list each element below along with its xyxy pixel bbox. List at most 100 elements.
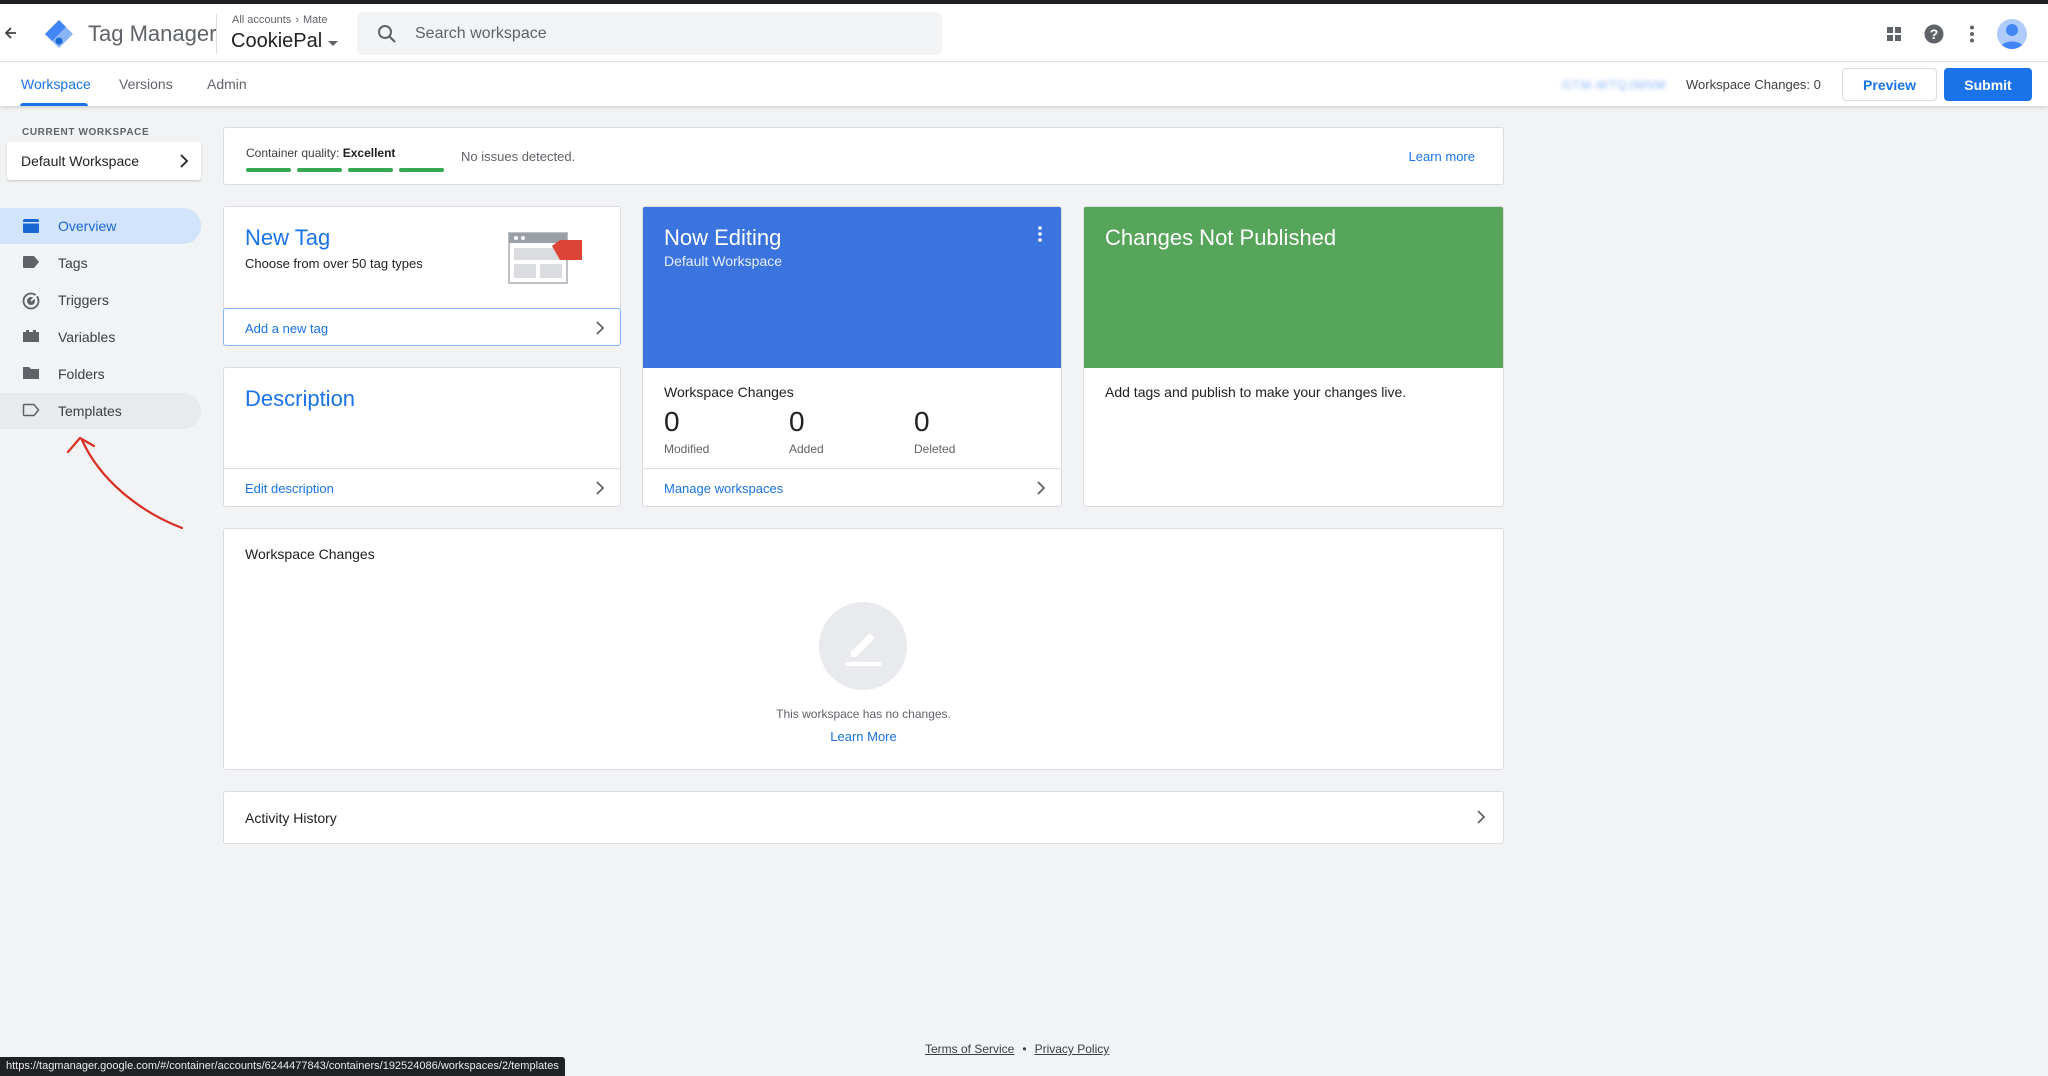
tab-bar: Workspace Versions Admin GTM-WTQJMNM Wor… [0, 62, 2048, 106]
quality-bars [246, 168, 444, 172]
sidebar-item-label: Templates [58, 403, 122, 419]
tab-versions[interactable]: Versions [119, 76, 173, 92]
new-tag-card: New Tag Choose from over 50 tag types Ad… [223, 206, 621, 346]
preview-button[interactable]: Preview [1842, 68, 1937, 101]
more-vert-icon[interactable] [1960, 22, 1984, 46]
workspace-changes-title: Workspace Changes [245, 546, 375, 562]
learn-more-link[interactable]: Learn More [830, 729, 896, 744]
overview-icon [23, 219, 39, 233]
chevron-right-icon [1477, 810, 1485, 824]
container-id[interactable]: GTM-WTQJMNM [1562, 78, 1666, 92]
now-editing-card: Now Editing Default Workspace Workspace … [642, 206, 1062, 507]
terms-of-service-link[interactable]: Terms of Service [925, 1042, 1014, 1056]
back-arrow-icon[interactable] [4, 21, 26, 45]
container-quality-card: Container quality: Excellent No issues d… [223, 127, 1504, 185]
tab-workspace[interactable]: Workspace [21, 76, 91, 92]
manage-workspaces-link[interactable]: Manage workspaces [643, 468, 1061, 506]
activity-history-title: Activity History [245, 810, 337, 826]
quality-value: Excellent [342, 146, 396, 160]
quality-bar-segment [348, 168, 393, 172]
more-vert-icon[interactable] [1037, 225, 1043, 243]
sidebar-item-templates[interactable]: Templates [0, 393, 201, 429]
search-input[interactable] [415, 12, 915, 55]
search-icon [378, 25, 396, 43]
active-tab-indicator [20, 103, 88, 106]
quality-label: Container quality: Excellent [246, 146, 395, 160]
stat-deleted: 0 Deleted [914, 406, 955, 456]
changes-not-published-card: Changes Not Published Add tags and publi… [1083, 206, 1504, 507]
sidebar-item-label: Variables [58, 329, 116, 345]
trigger-icon [22, 292, 40, 310]
manage-workspaces-label: Manage workspaces [664, 481, 784, 496]
sidebar-item-label: Folders [58, 366, 105, 382]
breadcrumb-all-accounts[interactable]: All accounts [232, 14, 291, 26]
not-published-message: Add tags and publish to make your change… [1105, 384, 1407, 400]
avatar-person-icon [2000, 24, 2024, 49]
quality-bar-segment [297, 168, 342, 172]
add-new-tag-link[interactable]: Add a new tag [223, 308, 621, 346]
chevron-right-icon [1037, 481, 1045, 495]
browser-status-url: https://tagmanager.google.com/#/containe… [0, 1057, 565, 1076]
tab-admin[interactable]: Admin [207, 76, 247, 92]
empty-state-circle [819, 602, 907, 690]
not-published-title: Changes Not Published [1105, 225, 1337, 250]
stat-label: Deleted [914, 442, 956, 456]
workspace-changes-card: Workspace Changes This workspace has no … [223, 528, 1504, 770]
new-tag-illustration-icon [508, 232, 582, 284]
quality-bar-segment [399, 168, 444, 172]
edit-description-link[interactable]: Edit description [224, 468, 620, 506]
quality-bar-segment [246, 168, 291, 172]
now-editing-title: Now Editing [664, 225, 782, 250]
stat-label: Modified [664, 442, 710, 456]
new-tag-subtitle: Choose from over 50 tag types [245, 256, 423, 271]
header-divider [216, 14, 217, 54]
current-workspace-label: CURRENT WORKSPACE [22, 127, 150, 138]
chevron-right-icon [180, 154, 189, 168]
sidebar-item-label: Tags [58, 255, 88, 271]
workspace-selector[interactable]: Default Workspace [7, 142, 201, 180]
product-name: Tag Manager [88, 21, 217, 46]
edit-description-label: Edit description [245, 481, 334, 496]
apps-grid-icon[interactable] [1882, 22, 1906, 46]
help-icon[interactable]: ? [1922, 22, 1946, 46]
quality-learn-more-link[interactable]: Learn more [1409, 149, 1475, 164]
search-bar[interactable] [357, 12, 942, 55]
chevron-right-icon [596, 321, 604, 335]
quality-label-text: Container quality: [246, 146, 340, 160]
folder-icon [23, 367, 39, 379]
sidebar-item-variables[interactable]: Variables [0, 319, 201, 355]
submit-button[interactable]: Submit [1944, 68, 2032, 101]
activity-history-row[interactable]: Activity History [223, 791, 1504, 844]
container-selector[interactable]: CookiePal [231, 30, 339, 53]
description-title: Description [245, 386, 356, 411]
breadcrumb: All accounts › Mate [232, 14, 327, 26]
account-avatar[interactable] [1997, 19, 2027, 49]
new-tag-title: New Tag [245, 225, 331, 250]
not-published-header: Changes Not Published [1084, 207, 1503, 368]
sidebar-item-tags[interactable]: Tags [0, 245, 201, 281]
footer-links: Terms of Service • Privacy Policy [925, 1042, 1109, 1056]
workspace-changes-subtitle: Workspace Changes [664, 384, 794, 400]
variable-icon [23, 330, 39, 342]
container-name: CookiePal [231, 30, 323, 52]
empty-state-text: This workspace has no changes. [776, 707, 951, 721]
breadcrumb-chevron-icon: › [295, 14, 299, 26]
stat-value: 0 [914, 406, 930, 437]
tag-icon [23, 256, 39, 268]
empty-state-learn-more: Learn More [224, 729, 1503, 744]
sidebar-item-triggers[interactable]: Triggers [0, 282, 201, 318]
dropdown-caret-icon [328, 40, 339, 46]
quality-issues: No issues detected. [461, 149, 576, 164]
edit-pencil-icon [845, 633, 881, 666]
sidebar-item-label: Overview [58, 218, 117, 234]
sidebar-item-overview[interactable]: Overview [0, 208, 201, 244]
now-editing-header: Now Editing Default Workspace [643, 207, 1061, 368]
sidebar-item-folders[interactable]: Folders [0, 356, 201, 392]
stat-value: 0 [789, 406, 805, 437]
stat-added: 0 Added [789, 406, 824, 456]
breadcrumb-account[interactable]: Mate [303, 14, 327, 26]
chevron-right-icon [596, 481, 604, 495]
privacy-policy-link[interactable]: Privacy Policy [1035, 1042, 1110, 1056]
sidebar-item-label: Triggers [58, 292, 109, 308]
svg-text:?: ? [1930, 26, 1939, 42]
